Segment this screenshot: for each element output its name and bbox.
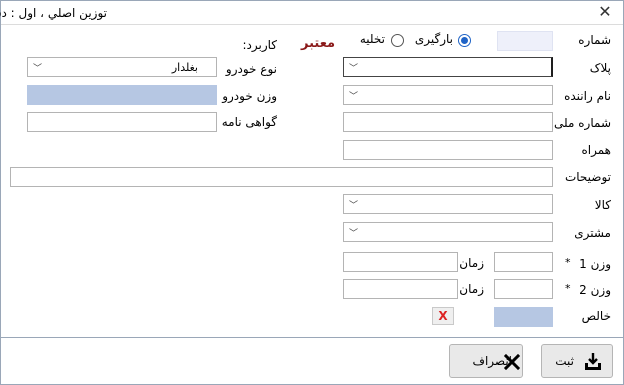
window-title: توزين اصلي ، اول : دستي — [0, 6, 107, 20]
loading-radio-label[interactable]: بارگيری — [415, 32, 453, 46]
vehicle-weight-field — [27, 85, 217, 105]
loading-radio[interactable] — [458, 34, 471, 47]
customer-label: مشتری — [574, 226, 611, 240]
x-mark-icon — [504, 354, 520, 370]
chevron-down-icon[interactable]: ﹀ — [33, 61, 42, 74]
manual-weighing-window: توزين اصلي ، اول : دستي ✕ شماره بارگيری … — [0, 0, 624, 385]
goods-dropdown[interactable]: ﹀ — [343, 194, 553, 214]
vehicle-type-value: بغلدار — [171, 61, 198, 74]
net-label: خالص — [581, 309, 611, 323]
weight2-required-mark: * — [565, 282, 571, 295]
description-label: توضيحات — [564, 170, 611, 184]
weight1-required-mark: * — [565, 256, 571, 269]
close-button[interactable]: ✕ — [595, 3, 615, 23]
title-bar: توزين اصلي ، اول : دستي ✕ — [0, 1, 623, 25]
chevron-down-icon[interactable]: ﹀ — [349, 61, 358, 74]
unloading-radio-label[interactable]: تخليه — [360, 32, 385, 46]
goods-label: کالا — [594, 198, 611, 212]
status-text: معتبر — [301, 36, 336, 51]
footer-divider — [1, 337, 623, 338]
national-id-label: شماره ملی — [554, 116, 611, 130]
license-input[interactable] — [27, 112, 217, 132]
weight2-time-input[interactable] — [343, 279, 458, 299]
driver-name-dropdown[interactable]: ﹀ — [343, 85, 553, 105]
description-input[interactable] — [10, 167, 553, 187]
mobile-label: همراه — [581, 143, 611, 157]
chevron-down-icon[interactable]: ﹀ — [349, 89, 358, 102]
cancel-button[interactable]: انصراف — [449, 344, 523, 378]
vehicle-type-dropdown[interactable]: ﹀ بغلدار — [27, 57, 217, 77]
usage-label: کاربرد: — [242, 38, 277, 52]
submit-button[interactable]: ثبت — [541, 344, 613, 378]
weight2-label: وزن 2 — [579, 283, 611, 297]
license-label: گواهی نامه — [221, 115, 277, 129]
weight2-input[interactable] — [494, 279, 553, 299]
national-id-input[interactable] — [343, 112, 553, 132]
mobile-input[interactable] — [343, 140, 553, 160]
chevron-down-icon[interactable]: ﹀ — [349, 226, 358, 239]
vehicle-type-label: نوع خودرو — [225, 62, 277, 76]
plate-dropdown[interactable]: ﹀ — [343, 57, 553, 77]
weight1-label: وزن 1 — [579, 257, 611, 271]
driver-name-label: نام راننده — [564, 89, 611, 103]
vehicle-weight-label: وزن خودرو — [222, 89, 277, 103]
weight1-input[interactable] — [494, 252, 553, 272]
customer-dropdown[interactable]: ﹀ — [343, 222, 553, 242]
weight1-time-label: زمان — [459, 256, 484, 270]
plate-label: پلاک — [589, 61, 611, 75]
clear-button[interactable]: X — [432, 307, 454, 325]
chevron-down-icon[interactable]: ﹀ — [349, 198, 358, 211]
download-tray-icon — [585, 353, 601, 370]
net-weight-field — [494, 307, 553, 327]
number-field — [497, 31, 553, 51]
submit-button-label: ثبت — [555, 354, 574, 368]
weight1-time-input[interactable] — [343, 252, 458, 272]
unloading-radio[interactable] — [391, 34, 404, 47]
number-label: شماره — [578, 33, 611, 47]
weight2-time-label: زمان — [459, 282, 484, 296]
